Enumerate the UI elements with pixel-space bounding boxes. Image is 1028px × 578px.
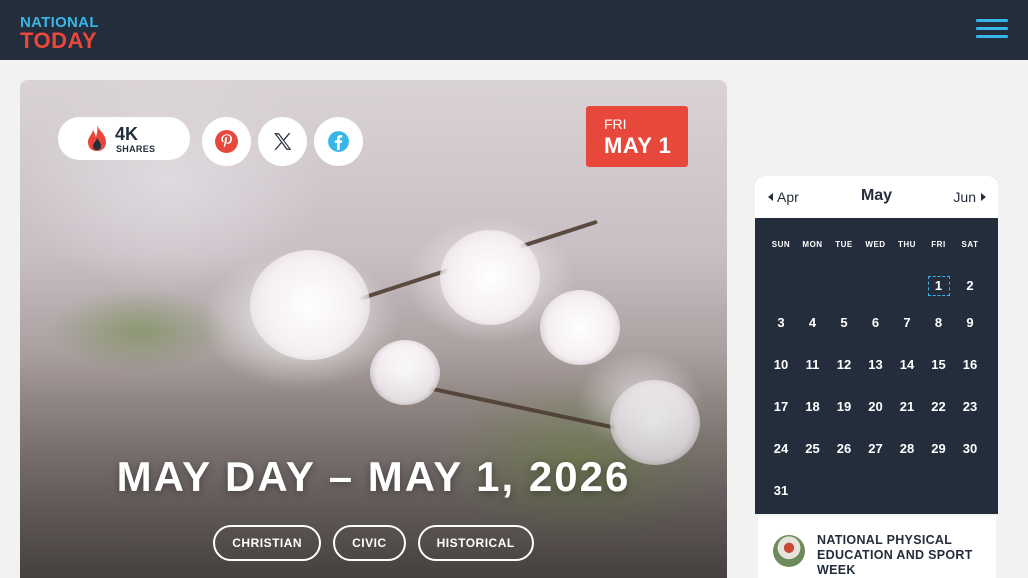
- calendar-day-28[interactable]: 28: [896, 439, 918, 459]
- calendar-day-26[interactable]: 26: [833, 439, 855, 459]
- share-label: SHARES: [116, 144, 156, 154]
- pinterest-icon: [215, 130, 238, 153]
- x-icon: [274, 133, 292, 150]
- calendar-day-30[interactable]: 30: [959, 439, 981, 459]
- calendar-day-2[interactable]: 2: [959, 276, 981, 296]
- calendar-day-9[interactable]: 9: [959, 313, 981, 333]
- calendar-day-10[interactable]: 10: [770, 355, 792, 375]
- weekday-thu: THU: [898, 240, 916, 249]
- calendar-day-13[interactable]: 13: [865, 355, 887, 375]
- calendar-day-16[interactable]: 16: [959, 355, 981, 375]
- tag-list: CHRISTIAN CIVIC HISTORICAL: [20, 525, 727, 561]
- calendar-day-11[interactable]: 11: [802, 355, 824, 375]
- calendar-day-12[interactable]: 12: [833, 355, 855, 375]
- calendar-day-19[interactable]: 19: [833, 397, 855, 417]
- caret-right-icon: [981, 193, 986, 201]
- calendar-day-1[interactable]: 1: [927, 276, 950, 296]
- pinterest-share-button[interactable]: [202, 117, 251, 166]
- calendar-header: Apr May Jun: [755, 176, 998, 218]
- site-logo[interactable]: NATIONAL TODAY: [20, 14, 100, 54]
- weekday-wed: WED: [865, 240, 886, 249]
- event-thumbnail: [773, 535, 805, 567]
- calendar-widget: Apr May Jun SUN MON TUE WED THU FRI SAT 1 2 3 4 5 6 7…: [755, 176, 998, 514]
- next-month-button[interactable]: Jun: [953, 189, 986, 205]
- weekday-fri: FRI: [931, 240, 946, 249]
- calendar-day-3[interactable]: 3: [770, 313, 792, 333]
- date-month-day: MAY 1: [604, 133, 672, 158]
- calendar-day-20[interactable]: 20: [865, 397, 887, 417]
- calendar-day-29[interactable]: 29: [928, 439, 950, 459]
- calendar-day-14[interactable]: 14: [896, 355, 918, 375]
- facebook-icon: [328, 131, 349, 152]
- hamburger-menu-icon[interactable]: [976, 19, 1008, 39]
- weekday-tue: TUE: [835, 240, 853, 249]
- weekday-sat: SAT: [961, 240, 979, 249]
- weekday-sun: SUN: [771, 240, 791, 249]
- flame-icon: [88, 125, 106, 151]
- calendar-day-17[interactable]: 17: [770, 397, 792, 417]
- event-title[interactable]: National Physical Education and Sport We…: [817, 533, 987, 578]
- next-month-label: Jun: [953, 189, 976, 205]
- hero-image: 4K SHARES FRI MAY 1 May Day – May 1, 202…: [20, 80, 727, 578]
- calendar-day-15[interactable]: 15: [928, 355, 950, 375]
- calendar-day-22[interactable]: 22: [928, 397, 950, 417]
- calendar-day-27[interactable]: 27: [865, 439, 887, 459]
- calendar-day-24[interactable]: 24: [770, 439, 792, 459]
- x-share-button[interactable]: [258, 117, 307, 166]
- calendar-day-21[interactable]: 21: [896, 397, 918, 417]
- date-weekday: FRI: [604, 116, 627, 132]
- calendar-day-7[interactable]: 7: [896, 313, 918, 333]
- site-header: NATIONAL TODAY: [0, 0, 1028, 60]
- event-card[interactable]: National Physical Education and Sport We…: [758, 516, 996, 578]
- date-badge: FRI MAY 1: [586, 106, 688, 167]
- calendar-day-23[interactable]: 23: [959, 397, 981, 417]
- share-counter: 4K SHARES: [58, 117, 190, 160]
- logo-line-2: TODAY: [20, 28, 98, 53]
- calendar-day-31[interactable]: 31: [770, 481, 792, 501]
- calendar-day-8[interactable]: 8: [928, 313, 950, 333]
- calendar-day-18[interactable]: 18: [802, 397, 824, 417]
- calendar-day-4[interactable]: 4: [802, 313, 824, 333]
- calendar-day-6[interactable]: 6: [865, 313, 887, 333]
- weekday-mon: MON: [802, 240, 823, 249]
- calendar-day-25[interactable]: 25: [802, 439, 824, 459]
- tag-civic[interactable]: CIVIC: [333, 525, 406, 561]
- facebook-share-button[interactable]: [314, 117, 363, 166]
- tag-christian[interactable]: CHRISTIAN: [213, 525, 322, 561]
- tag-historical[interactable]: HISTORICAL: [417, 525, 534, 561]
- page-title: May Day – May 1, 2026: [116, 453, 631, 500]
- share-count: 4K: [115, 124, 139, 144]
- calendar-day-5[interactable]: 5: [833, 313, 855, 333]
